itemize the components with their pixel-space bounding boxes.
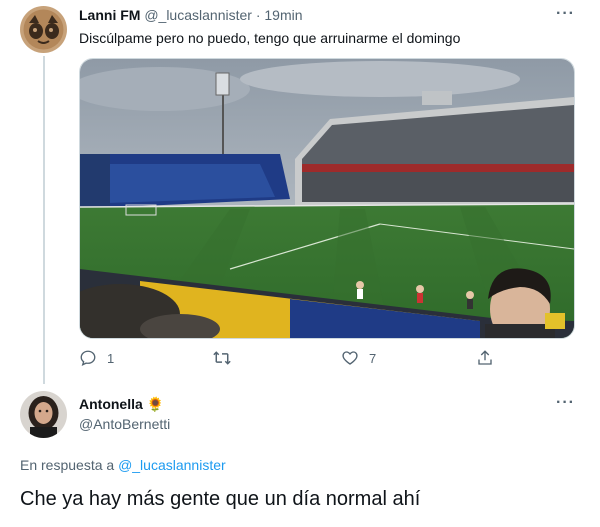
avatar-lanni-image [20, 6, 67, 53]
retweet-icon [213, 351, 231, 365]
reply-icon [80, 350, 96, 367]
reply-to-mention[interactable]: @_lucaslannister [118, 457, 226, 473]
tweet2-text: Che ya hay más gente que un día normal a… [20, 488, 421, 510]
thread-connector-line [43, 56, 45, 384]
tweet2-handle[interactable]: @AntoBernetti [79, 416, 170, 432]
tweet2-display-name[interactable]: Antonella [79, 396, 143, 412]
share-button[interactable] [476, 349, 494, 367]
tweet1-timestamp[interactable]: 19min [264, 7, 302, 23]
reply-count: 1 [107, 350, 115, 366]
heart-icon [342, 351, 358, 365]
share-icon [478, 350, 492, 365]
like-count: 7 [369, 350, 377, 366]
reply-button[interactable]: 1 [79, 349, 114, 367]
tweet1-text: Discúlpame pero no puedo, tengo que arru… [79, 30, 461, 46]
stadium-photo [80, 59, 574, 338]
sunflower-emoji: 🌻 [146, 396, 165, 412]
reply-prefix: En respuesta a [20, 457, 115, 473]
avatar-lanni[interactable] [20, 6, 67, 53]
avatar-antonella-image [20, 391, 67, 438]
reply-context: En respuesta a @_lucaslannister [20, 457, 226, 473]
tweet1-handle[interactable]: @_lucaslannister [144, 7, 252, 23]
like-button[interactable]: 7 [341, 349, 376, 367]
tweet1-photo[interactable] [79, 58, 575, 339]
retweet-button[interactable] [212, 349, 242, 367]
more-dots-icon[interactable]: ··· [556, 5, 575, 23]
more-dots-icon[interactable]: ··· [556, 394, 575, 412]
tweet1-separator: · [255, 7, 261, 23]
tweet1-header: Lanni FM @_lucaslannister · 19min [79, 7, 303, 23]
tweet1-display-name[interactable]: Lanni FM [79, 7, 140, 23]
tweet2-name-row: Antonella 🌻 [79, 396, 164, 413]
avatar-antonella[interactable] [20, 391, 67, 438]
